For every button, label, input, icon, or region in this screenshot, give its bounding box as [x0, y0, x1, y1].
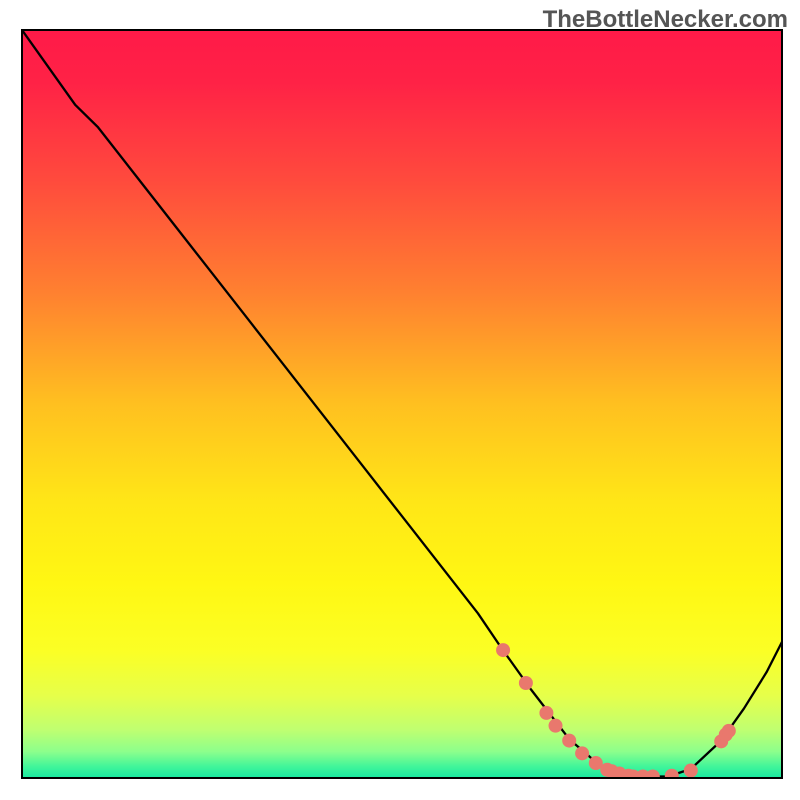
marker-dot	[562, 734, 576, 748]
marker-dot	[539, 706, 553, 720]
marker-dot	[519, 676, 533, 690]
marker-dot	[549, 719, 563, 733]
chart-stage: TheBottleNecker.com	[0, 0, 800, 800]
marker-dot	[684, 764, 698, 778]
marker-dot	[665, 769, 679, 783]
marker-dot	[575, 746, 589, 760]
bottleneck-chart	[0, 0, 800, 800]
marker-dot	[722, 724, 736, 738]
marker-dot	[646, 770, 660, 784]
marker-dot	[496, 643, 510, 657]
watermark-text: TheBottleNecker.com	[543, 6, 788, 34]
gradient-background	[22, 30, 782, 778]
